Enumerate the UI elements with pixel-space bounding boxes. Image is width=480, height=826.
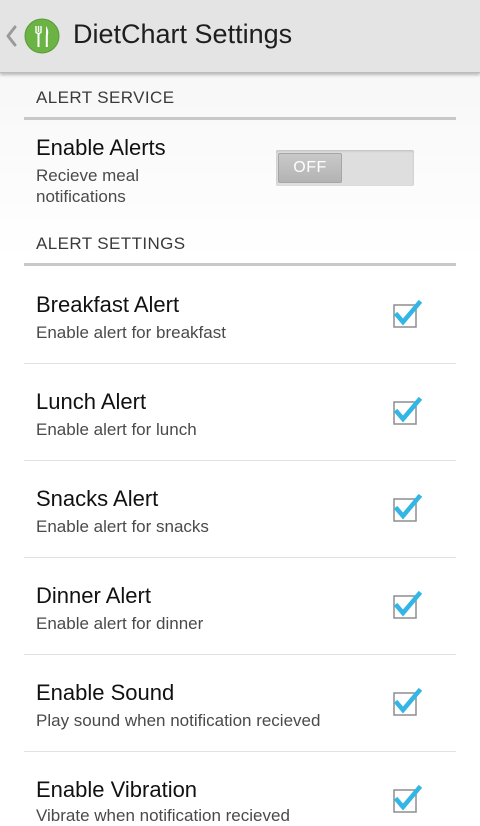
snacks-alert-checkbox[interactable] (391, 491, 425, 525)
row-divider (24, 751, 456, 752)
row-divider (24, 460, 456, 461)
toggle-thumb: OFF (278, 153, 342, 183)
section-header-alert-service: ALERT SERVICE (36, 88, 175, 107)
row-divider (24, 363, 456, 364)
enable-alerts-summary-line2: notifications (36, 187, 126, 206)
breakfast-alert-checkbox[interactable] (391, 297, 425, 331)
action-bar: DietChart Settings (0, 0, 480, 73)
lunch-alert-title: Lunch Alert (36, 389, 147, 414)
back-chevron-icon[interactable] (4, 22, 18, 50)
dinner-alert-title: Dinner Alert (36, 583, 151, 608)
enable-sound-summary: Play sound when notification recieved (36, 711, 321, 730)
dinner-alert-checkbox[interactable] (391, 588, 425, 622)
section-header-alert-settings: ALERT SETTINGS (36, 234, 186, 253)
breakfast-alert-summary: Enable alert for breakfast (36, 323, 226, 342)
dinner-alert-summary: Enable alert for dinner (36, 614, 204, 633)
section-divider (24, 263, 456, 266)
enable-alerts-title: Enable Alerts (36, 135, 166, 160)
enable-sound-title: Enable Sound (36, 680, 175, 705)
enable-sound-checkbox[interactable] (391, 685, 425, 719)
enable-vibration-title: Enable Vibration (36, 777, 198, 802)
snacks-alert-title: Snacks Alert (36, 486, 159, 511)
lunch-alert-summary: Enable alert for lunch (36, 420, 197, 439)
enable-alerts-summary-line1: Recieve meal (36, 166, 139, 185)
breakfast-alert-title: Breakfast Alert (36, 292, 180, 317)
fork-knife-icon[interactable] (24, 18, 60, 54)
section-divider (24, 117, 456, 120)
enable-alerts-toggle[interactable]: OFF (276, 150, 414, 186)
app-title: DietChart Settings (73, 19, 293, 49)
row-divider (24, 557, 456, 558)
enable-vibration-checkbox[interactable] (391, 782, 425, 816)
row-divider (24, 654, 456, 655)
lunch-alert-checkbox[interactable] (391, 394, 425, 428)
snacks-alert-summary: Enable alert for snacks (36, 517, 209, 536)
